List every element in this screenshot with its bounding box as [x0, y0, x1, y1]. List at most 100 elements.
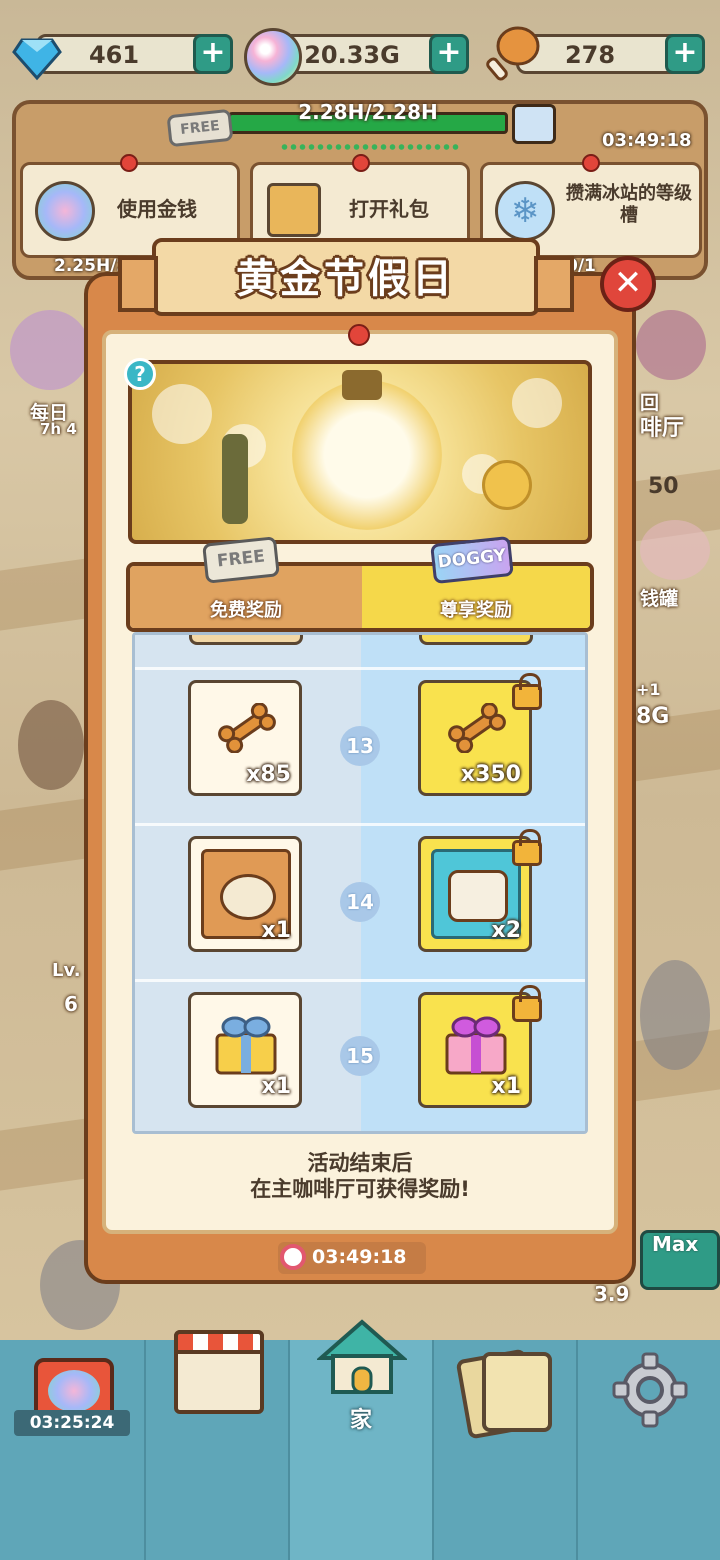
cards-icon — [482, 1352, 552, 1432]
reward-note-line1: 活动结束后 — [307, 1151, 413, 1175]
nav-cards[interactable] — [432, 1340, 576, 1560]
gem-counter: 461 + — [36, 34, 233, 74]
task-label: 使用金钱 — [117, 197, 197, 221]
row-divider — [135, 823, 585, 826]
gear-icon — [612, 1352, 688, 1428]
food-amount: 278 — [564, 41, 616, 69]
piggy-bank-icon — [640, 520, 710, 580]
lock-icon — [512, 829, 542, 866]
snowflake-icon: ❄ — [495, 181, 555, 241]
board-free-tag: FREE — [166, 108, 234, 148]
dog-character — [18, 700, 84, 790]
reward-quantity: x1 — [491, 1074, 522, 1099]
nav-tv[interactable] — [0, 1340, 144, 1560]
diamond-icon — [12, 38, 62, 81]
level-marker: 13 — [340, 726, 380, 766]
reward-quantity: x85 — [246, 762, 291, 787]
reward-card[interactable]: x85 — [188, 680, 302, 796]
doggy-pass-tag: DOGGY — [430, 535, 514, 585]
task-label: 攒满冰站的等级槽 — [566, 183, 692, 226]
nav-shop[interactable] — [144, 1330, 288, 1560]
dog-face — [220, 874, 276, 920]
free-tag: FREE — [202, 536, 280, 584]
event-timer-text: 03:49:18 — [312, 1246, 407, 1268]
ribbon-right — [534, 256, 574, 312]
dog-face — [448, 870, 508, 922]
max-label: Max — [652, 1232, 699, 1256]
balloon — [512, 378, 562, 428]
drumstick-icon — [486, 26, 540, 81]
progress-dots — [280, 143, 460, 151]
reward-quantity: x1 — [261, 1074, 292, 1099]
add-food-button[interactable]: + — [665, 34, 705, 74]
shop-icon — [174, 1330, 264, 1414]
paw-coin-icon — [48, 1370, 100, 1412]
upgrade-plus: +1 — [636, 680, 661, 699]
clock-icon — [482, 460, 532, 510]
tab-label: 免费奖励 — [210, 600, 282, 621]
event-banner-art — [128, 360, 592, 544]
lock-icon — [512, 673, 542, 710]
champagne-bottle — [222, 434, 248, 524]
yellow-gift-box-icon — [215, 1016, 277, 1075]
modal-title: 黄金节假日 — [236, 256, 456, 302]
currency-bar: 461 + 20.33G + 278 + — [0, 30, 720, 90]
cafe-label: 啡厅 — [640, 416, 685, 441]
shop-awning — [174, 1330, 264, 1354]
daily-timer: 7h 4 — [40, 420, 77, 438]
decor-blob — [636, 310, 706, 380]
reward-card-partial — [419, 635, 533, 645]
level-marker: 14 — [340, 882, 380, 922]
dog-character — [292, 380, 442, 530]
reward-quantity: x350 — [460, 762, 521, 787]
food-counter: 278 + — [516, 34, 705, 74]
reward-quantity: x2 — [491, 918, 522, 943]
bottom-nav: 家 — [0, 1319, 720, 1560]
gift-pack-icon — [267, 183, 321, 237]
reward-tabs: 免费奖励 尊享奖励 — [126, 562, 594, 632]
decor-blob — [10, 310, 90, 390]
reward-quantity: x1 — [261, 918, 292, 943]
task-label: 打开礼包 — [349, 197, 429, 221]
piggy-bank-label: 钱罐 — [640, 588, 679, 610]
paw-coin-icon — [244, 28, 302, 86]
reward-card[interactable]: x1 — [188, 992, 302, 1108]
nav-home-label: 家 — [349, 1408, 372, 1433]
pink-gift-box-icon — [445, 1016, 507, 1075]
coin-counter: 20.33G + — [276, 34, 469, 74]
nav-home[interactable]: 家 — [288, 1319, 432, 1560]
bone-icon — [218, 703, 276, 753]
balloon — [152, 384, 212, 444]
bone-icon — [448, 703, 506, 753]
piggy-count: 50 — [648, 474, 679, 499]
dog-character — [640, 960, 710, 1070]
level-marker: 15 — [340, 1036, 380, 1076]
nav-settings[interactable] — [576, 1340, 720, 1560]
pin-icon — [120, 154, 138, 172]
lock-icon — [512, 985, 542, 1022]
pin-icon — [582, 154, 600, 172]
event-progress-text: 2.28H/2.28H — [298, 100, 438, 124]
close-button[interactable]: ✕ — [600, 256, 656, 312]
paw-coin-icon — [35, 181, 95, 241]
help-button[interactable]: ? — [124, 358, 156, 390]
upgrade-value: 8G — [636, 704, 670, 729]
income-value: 3.9 — [594, 1282, 630, 1306]
reward-card[interactable]: x1 — [188, 836, 302, 952]
reward-note: 活动结束后 在主咖啡厅可获得奖励! — [102, 1150, 618, 1202]
add-gems-button[interactable]: + — [193, 34, 233, 74]
pin-icon — [348, 324, 370, 346]
top-hat — [342, 370, 382, 400]
tv-reward-timer: 03:25:24 — [14, 1410, 130, 1436]
clock-icon — [280, 1244, 306, 1270]
reward-note-line2: 在主咖啡厅可获得奖励! — [250, 1177, 470, 1201]
home-icon — [317, 1319, 407, 1394]
board-timer: 03:49:18 — [602, 130, 692, 151]
level-label: Lv. — [52, 960, 81, 981]
tab-label: 尊享奖励 — [440, 600, 512, 621]
pin-icon — [352, 154, 370, 172]
gift-box-icon[interactable] — [512, 104, 556, 144]
add-coins-button[interactable]: + — [429, 34, 469, 74]
reward-card-partial — [189, 635, 303, 645]
row-divider — [135, 979, 585, 982]
